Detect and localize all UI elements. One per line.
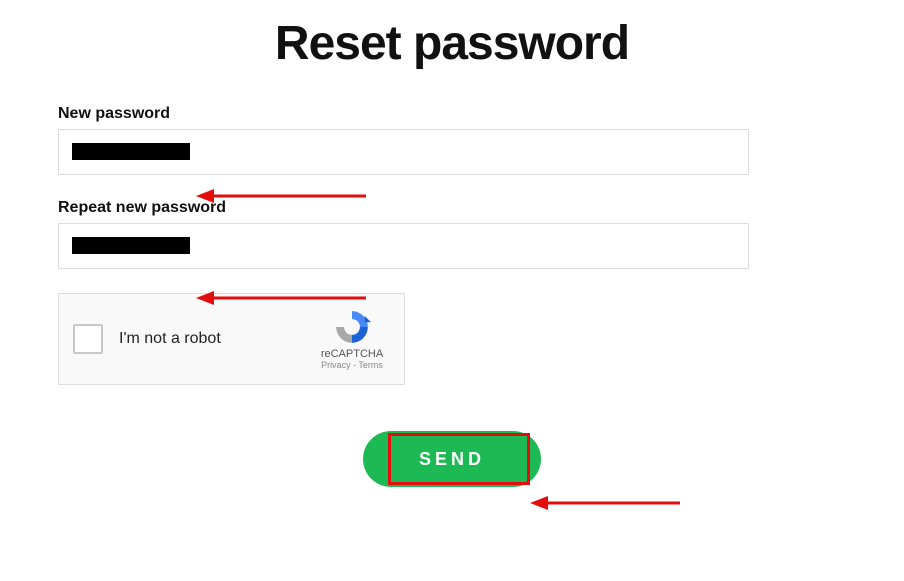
- recaptcha-widget: I'm not a robot reCAPTCHA Privacy - Term…: [58, 293, 405, 385]
- repeat-password-input[interactable]: [58, 223, 749, 269]
- recaptcha-privacy-link[interactable]: Privacy: [321, 360, 351, 370]
- recaptcha-checkbox[interactable]: [73, 324, 103, 354]
- repeat-password-group: Repeat new password: [58, 199, 846, 269]
- repeat-password-label: Repeat new password: [58, 199, 846, 217]
- new-password-input[interactable]: [58, 129, 749, 175]
- recaptcha-terms-link[interactable]: Terms: [358, 360, 383, 370]
- recaptcha-icon: [333, 308, 371, 346]
- recaptcha-brand-text: reCAPTCHA: [314, 348, 390, 360]
- new-password-group: New password: [58, 105, 846, 175]
- page-title: Reset password: [58, 16, 846, 71]
- annotation-arrow: [530, 493, 680, 513]
- recaptcha-brand: reCAPTCHA Privacy - Terms: [314, 308, 390, 370]
- send-button[interactable]: SEND: [363, 431, 541, 487]
- new-password-label: New password: [58, 105, 846, 123]
- recaptcha-label: I'm not a robot: [119, 330, 314, 348]
